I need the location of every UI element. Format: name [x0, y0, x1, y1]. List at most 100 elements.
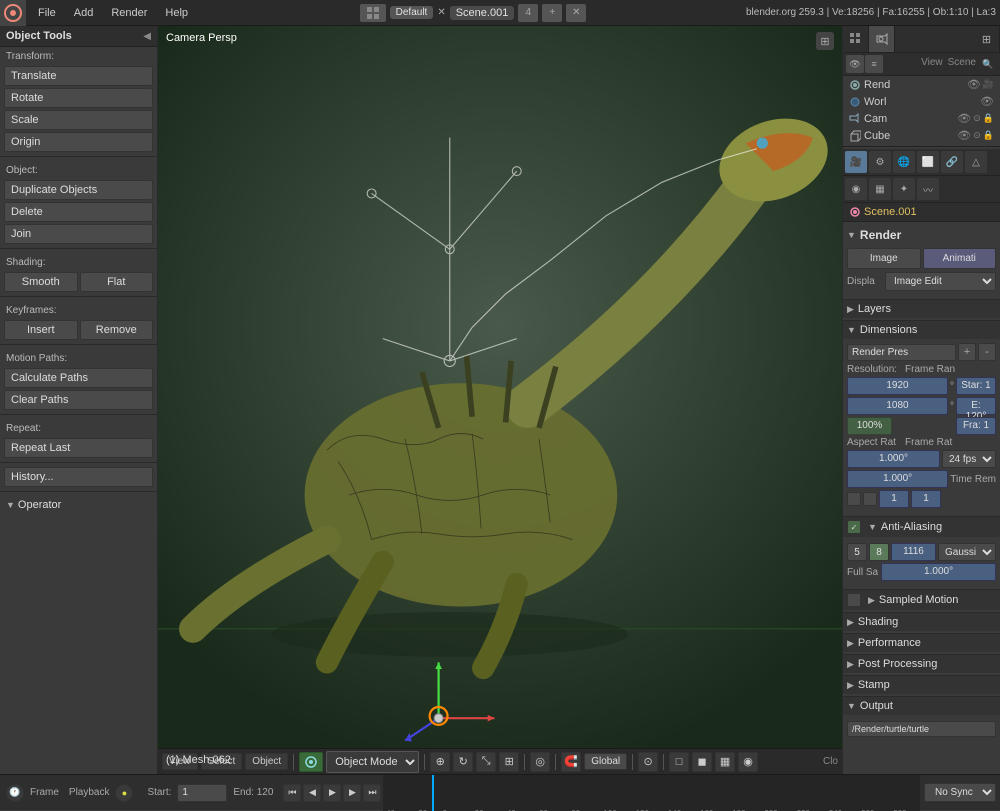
frame-indicator[interactable]: 🕐	[6, 784, 24, 802]
object-menu[interactable]: Object	[245, 753, 288, 770]
aspect-y[interactable]: 1.000°	[847, 470, 948, 488]
prop-render-icon[interactable]: 🎥	[845, 151, 867, 173]
object-icon[interactable]	[299, 752, 323, 772]
output-path[interactable]: /Render/turtle/turtle	[847, 721, 996, 737]
tl-play[interactable]: ▶	[323, 784, 341, 802]
tl-skip-start[interactable]: ⏮	[283, 784, 301, 802]
scale-btn[interactable]: Scale	[4, 110, 153, 130]
performance-header[interactable]: ▶ Performance	[843, 633, 1000, 652]
prop-materials-icon[interactable]: ◉	[845, 178, 867, 200]
screen-layout[interactable]	[360, 4, 386, 22]
operator-section[interactable]: ▼ Operator	[0, 496, 157, 514]
preset-remove[interactable]: -	[978, 343, 996, 361]
time-val1[interactable]: 1	[879, 490, 909, 508]
rs-search[interactable]: 🔍	[979, 55, 997, 73]
snap-icon[interactable]: 🧲	[561, 752, 581, 772]
preset-add[interactable]: +	[958, 343, 976, 361]
aspect-x[interactable]: 1.000°	[847, 450, 940, 468]
res-x-field[interactable]: 1920	[847, 377, 948, 395]
cube-lock[interactable]: 🔒	[983, 130, 994, 141]
frame-start-field[interactable]: Star: 1	[956, 377, 996, 395]
outliner-item-worl[interactable]: Worl 👁	[843, 93, 1000, 110]
insert-keyframe-btn[interactable]: Insert	[4, 320, 78, 340]
aa-type-select[interactable]: Gaussi	[938, 543, 996, 561]
solid-btn[interactable]: ◼	[692, 752, 712, 772]
flat-btn[interactable]: Flat	[80, 272, 154, 292]
frame-end-field[interactable]: E: 120°	[956, 397, 996, 415]
viewport[interactable]: Camera Persp ⊞	[158, 26, 842, 774]
delete-btn[interactable]: Delete	[4, 202, 153, 222]
close-screen[interactable]: ✕	[566, 4, 586, 22]
tl-skip-end[interactable]: ⏭	[363, 784, 381, 802]
display-select[interactable]: Image Edit	[885, 272, 996, 291]
cam-eye[interactable]: 👁	[957, 112, 971, 125]
transform-icon[interactable]: ⊕	[430, 752, 450, 772]
aa-num-5[interactable]: 5	[847, 543, 867, 561]
texture-btn[interactable]: ▦	[715, 752, 735, 772]
clear-paths-btn[interactable]: Clear Paths	[4, 390, 153, 410]
prop-object-icon[interactable]: ⬜	[917, 151, 939, 173]
cam-render-eye[interactable]: ⊙	[973, 113, 981, 124]
no-sync-select[interactable]: No Sync	[924, 783, 996, 802]
origin-btn[interactable]: Origin	[4, 132, 153, 152]
rs-menu-btn[interactable]: ≡	[865, 55, 883, 73]
rs-view-icon[interactable]	[843, 26, 869, 52]
repeat-last-btn[interactable]: Repeat Last	[4, 438, 153, 458]
rend-eye[interactable]: 👁	[967, 78, 981, 91]
transform-mode[interactable]: ⊞	[499, 752, 519, 772]
prop-constraints-icon[interactable]: 🔗	[941, 151, 963, 173]
prop-particles-icon[interactable]: ✦	[893, 178, 915, 200]
aa-header[interactable]: ✓ ▼ Anti-Aliasing	[843, 516, 1000, 537]
remove-keyframe-btn[interactable]: Remove	[80, 320, 154, 340]
worl-eye[interactable]: 👁	[980, 95, 994, 108]
prop-scene-icon[interactable]: ⚙	[869, 151, 891, 173]
aa-value[interactable]: 1116	[891, 543, 936, 561]
translate-btn[interactable]: Translate	[4, 66, 153, 86]
proportional-edit[interactable]: ⊙	[638, 752, 658, 772]
calculate-paths-btn[interactable]: Calculate Paths	[4, 368, 153, 388]
stamp-header[interactable]: ▶ Stamp	[843, 675, 1000, 694]
animation-render-btn[interactable]: Animati	[923, 248, 997, 269]
time-check1[interactable]	[847, 492, 861, 506]
screen-close[interactable]: ✕	[437, 7, 445, 18]
time-val2[interactable]: 1	[911, 490, 941, 508]
view-close[interactable]: Clo	[823, 756, 838, 767]
screen-name[interactable]: Default	[390, 6, 434, 19]
aa-full-val[interactable]: 1.000°	[881, 563, 996, 581]
tl-track[interactable]: -40 -20 0 20 40 60 80 100 120 140 160 18…	[383, 775, 920, 811]
prop-physics-icon[interactable]: 〰	[917, 178, 939, 200]
rotate-icon[interactable]: ↻	[453, 752, 473, 772]
time-check2[interactable]	[863, 492, 877, 506]
cube-eye[interactable]: 👁	[957, 129, 971, 142]
sidebar-collapse[interactable]: ◀	[143, 31, 151, 42]
sampled-motion-header[interactable]: ▶ Sampled Motion	[843, 589, 1000, 610]
rend-render-eye[interactable]: 🎥	[983, 79, 994, 90]
render-preset[interactable]: Render Pres	[847, 344, 956, 361]
res-percent-field[interactable]: 100%	[847, 417, 892, 435]
record-btn[interactable]: ●	[115, 784, 133, 802]
image-render-btn[interactable]: Image	[847, 248, 921, 269]
tl-next-frame[interactable]: ▶	[343, 784, 361, 802]
outliner-item-cube[interactable]: Cube 👁 ⊙ 🔒	[843, 127, 1000, 144]
scale-icon[interactable]: ⤡	[476, 752, 496, 772]
shading-header-rs[interactable]: ▶ Shading	[843, 612, 1000, 631]
res-y-field[interactable]: 1080	[847, 397, 948, 415]
menu-file[interactable]: File	[30, 5, 64, 21]
frame-current-field[interactable]: Fra: 1	[956, 417, 996, 435]
aa-checkbox[interactable]: ✓	[847, 520, 861, 534]
menu-help[interactable]: Help	[157, 5, 196, 21]
prop-world-icon[interactable]: 🌐	[893, 151, 915, 173]
menu-render[interactable]: Render	[103, 5, 155, 21]
add-screen[interactable]: +	[542, 4, 562, 22]
wireframe-btn[interactable]: □	[669, 752, 689, 772]
mode-select[interactable]: Object Mode	[326, 751, 419, 773]
post-processing-header[interactable]: ▶ Post Processing	[843, 654, 1000, 673]
global-select[interactable]: Global	[584, 753, 627, 770]
pivot-icon[interactable]: ◎	[530, 752, 550, 772]
outliner-item-cam[interactable]: Cam 👁 ⊙ 🔒	[843, 110, 1000, 127]
menu-add[interactable]: Add	[66, 5, 102, 21]
prop-data-icon[interactable]: △	[965, 151, 987, 173]
smooth-btn[interactable]: Smooth	[4, 272, 78, 292]
tl-prev-frame[interactable]: ◀	[303, 784, 321, 802]
fps-select[interactable]: 24 fps	[942, 450, 996, 468]
